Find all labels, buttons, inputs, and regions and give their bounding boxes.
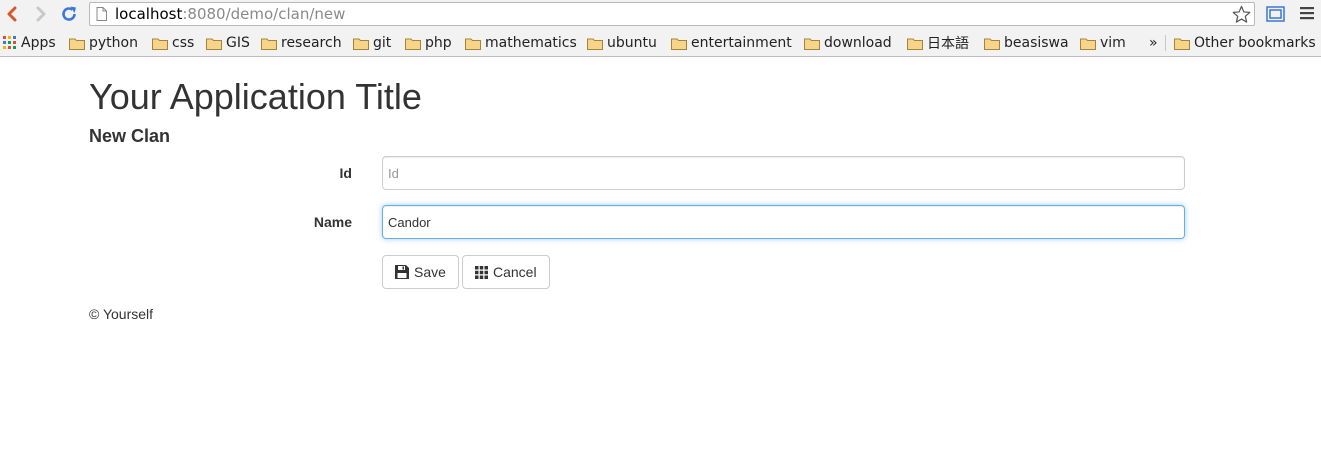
grid-icon [475,265,488,279]
bookmarks-overflow-button[interactable]: » [1149,33,1158,53]
folder-icon [69,38,85,50]
folder-icon [261,38,277,50]
bookmark-ubuntu[interactable]: ubuntu [587,33,657,53]
folder-icon [671,38,687,50]
bookmark-php[interactable]: php [405,33,452,53]
other-bookmarks-label: Other bookmarks [1194,35,1316,51]
folder-icon [353,38,369,50]
name-input[interactable] [382,205,1185,239]
apps-shortcut[interactable]: Apps [3,33,56,53]
cancel-button[interactable]: Cancel [462,255,550,289]
cancel-label: Cancel [493,264,537,280]
url-text: localhost:8080/demo/clan/new [115,6,345,23]
bookmark-label: research [281,35,342,51]
id-label: Id [339,165,352,181]
reload-icon [62,6,76,21]
bookmark-label: mathematics [485,35,577,51]
bookmark-label: GIS [226,35,250,51]
bookmark-nihongo[interactable]: 日本語 [907,33,969,53]
forward-arrow-icon [36,6,46,22]
address-bar[interactable]: localhost:8080/demo/clan/new [89,2,1255,26]
folder-icon [984,38,1000,50]
reload-button[interactable] [59,4,79,24]
folder-icon [587,38,603,50]
page-title: New Clan [89,126,171,146]
bookmark-label: css [172,35,195,51]
bookmark-label: entertainment [691,35,792,51]
browser-toolbar: localhost:8080/demo/clan/new [0,0,1321,29]
floppy-disk-icon [395,265,409,279]
bookmark-python[interactable]: python [69,33,138,53]
folder-icon [1080,38,1096,50]
bookmark-git[interactable]: git [353,33,391,53]
bookmark-label: php [425,35,452,51]
bookmark-vim[interactable]: vim [1080,33,1126,53]
bookmark-mathematics[interactable]: mathematics [465,33,577,53]
bookmark-label: 日本語 [927,36,969,52]
save-label: Save [414,264,446,280]
overflow-chevron-icon: » [1149,35,1158,51]
url-path: :8080/demo/clan/new [182,5,346,23]
bookmark-gis[interactable]: GIS [206,33,250,53]
folder-icon [405,38,421,50]
bookmark-label: ubuntu [607,35,657,51]
apps-grid-icon [3,36,16,49]
page-icon [96,7,107,21]
bookmark-entertainment[interactable]: entertainment [671,33,792,53]
other-bookmarks[interactable]: Other bookmarks [1174,33,1316,53]
bookmark-label: beasiswa [1004,35,1069,51]
bookmarks-bar: Apps python css GIS research git php mat… [0,29,1321,57]
url-host: localhost [115,5,183,23]
bookmark-label: download [824,35,892,51]
apps-label: Apps [21,35,56,51]
save-button[interactable]: Save [382,255,459,289]
app-title: Your Application Title [89,76,422,117]
folder-icon [465,38,481,50]
folder-icon [907,38,923,50]
folder-icon [1174,38,1190,50]
bookmark-label: git [373,35,392,51]
hamburger-menu-icon[interactable] [1300,5,1314,21]
id-input[interactable] [382,156,1185,190]
bookmarks-divider [1165,35,1166,51]
bookmark-label: vim [1100,35,1126,51]
bookmark-research[interactable]: research [261,33,342,53]
bookmark-beasiswa[interactable]: beasiswa [984,33,1069,53]
bookmark-label: python [89,35,138,51]
forward-button[interactable] [31,4,51,24]
folder-icon [206,38,222,50]
back-arrow-icon [7,6,17,22]
folder-icon [804,38,820,50]
bookmark-css[interactable]: css [152,33,194,53]
footer-copyright: © Yourself [89,306,154,322]
name-label: Name [313,214,352,230]
folder-icon [152,38,168,50]
back-button[interactable] [2,4,22,24]
star-icon[interactable] [1232,5,1251,24]
bookmark-download[interactable]: download [804,33,892,53]
cast-icon[interactable] [1266,5,1285,23]
